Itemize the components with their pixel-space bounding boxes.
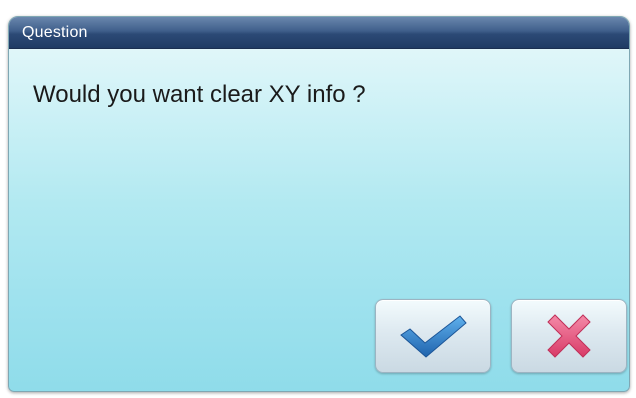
dialog-message: Would you want clear XY info ? [33, 81, 366, 108]
check-icon [398, 313, 468, 359]
dialog-title-bar: Question [9, 17, 629, 49]
close-icon [543, 310, 595, 362]
question-dialog: Question Would you want clear XY info ? [8, 16, 630, 392]
cancel-button[interactable] [511, 299, 627, 373]
confirm-button[interactable] [375, 299, 491, 373]
dialog-title: Question [22, 24, 88, 41]
